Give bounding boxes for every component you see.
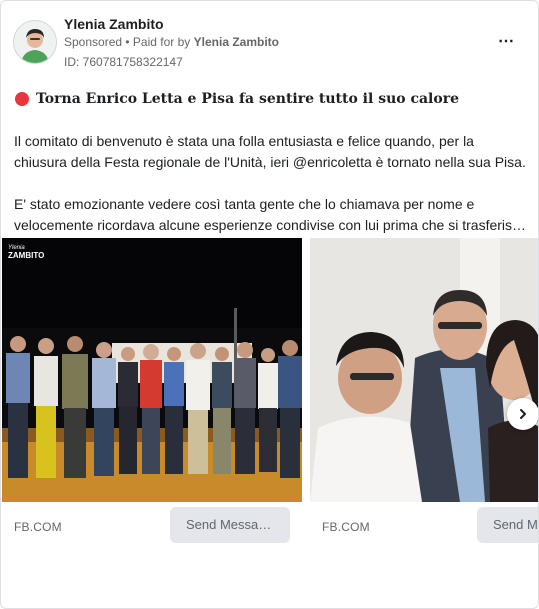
carousel-card[interactable]: Ylenia ZAMBITO FB.COM Send Messa… — [2, 238, 302, 552]
carousel-card-footer: FB.COM Send M — [310, 502, 538, 552]
avatar-portrait-icon — [14, 21, 56, 63]
carousel-card-footer: FB.COM Send Messa… — [2, 502, 302, 552]
group-photo-image — [2, 238, 302, 502]
ad-id: ID: 760781758322147 — [64, 55, 183, 69]
send-message-button[interactable]: Send M — [477, 507, 538, 543]
chevron-right-icon — [520, 409, 526, 419]
carousel-next-button[interactable] — [507, 398, 538, 430]
headline-text: Torna Enrico Letta e Pisa fa sentire tut… — [36, 91, 460, 107]
selfie-photo-image — [310, 238, 538, 502]
sponsored-line: Sponsored • Paid for by Ylenia Zambito — [64, 35, 279, 49]
post-headline: Torna Enrico Letta e Pisa fa sentire tut… — [15, 91, 459, 107]
sponsored-label: Sponsored — [64, 35, 123, 49]
photo-watermark: Ylenia ZAMBITO — [8, 244, 44, 260]
ad-card: Ylenia Zambito Sponsored • Paid for by Y… — [0, 0, 539, 609]
card-domain: FB.COM — [322, 520, 370, 534]
image-carousel: Ylenia ZAMBITO FB.COM Send Messa… FB.COM… — [1, 238, 538, 558]
more-options-icon[interactable]: ⋯ — [498, 31, 515, 51]
card-domain: FB.COM — [14, 520, 62, 534]
red-circle-icon — [15, 92, 29, 106]
watermark-last-name: ZAMBITO — [8, 251, 45, 260]
carousel-card[interactable]: FB.COM Send M — [310, 238, 538, 552]
carousel-image-group-on-stage[interactable]: Ylenia ZAMBITO — [2, 238, 302, 502]
carousel-image-selfie[interactable] — [310, 238, 538, 502]
advertiser-avatar[interactable] — [13, 20, 57, 64]
advertiser-name[interactable]: Ylenia Zambito — [64, 16, 164, 32]
post-paragraph: Il comitato di benvenuto è stata una fol… — [14, 133, 526, 170]
post-paragraph: E' stato emozionante vedere così tanta g… — [14, 196, 527, 233]
paid-for-prefix: • Paid for by — [125, 35, 191, 49]
paid-for-name: Ylenia Zambito — [193, 35, 279, 49]
send-message-button[interactable]: Send Messa… — [170, 507, 290, 543]
